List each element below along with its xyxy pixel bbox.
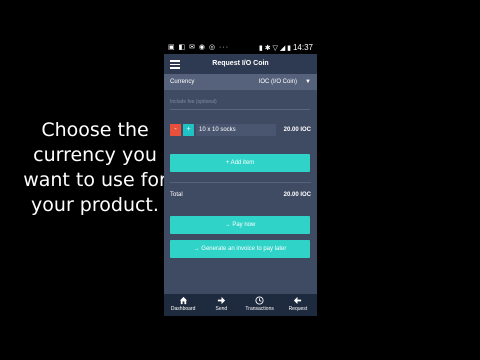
arrow-left-icon [294, 296, 302, 305]
nav-item-request[interactable]: Request [279, 294, 317, 316]
nav-item-transactions[interactable]: Transactions [241, 294, 279, 316]
page-title: Request I/O Coin [212, 60, 269, 67]
currency-label: Currency [170, 79, 195, 85]
total-row: Total 20.00 IOC [170, 189, 311, 201]
nav-label: Request [288, 306, 308, 312]
bottom-navigation: Dashboard Send Transactions Request [164, 294, 317, 316]
nav-item-send[interactable]: Send [202, 294, 240, 316]
chevron-down-icon: ▼ [305, 79, 311, 85]
divider [170, 182, 311, 183]
fee-input[interactable]: Include fee (optional) [170, 96, 310, 110]
clock-icon [255, 296, 264, 305]
status-signal-icons: ▮ ✱ ▽ ◢ ▮ [258, 45, 292, 52]
status-bar: ▣ ◧ ✉ ◉ ◎ ··· ▮ ✱ ▽ ◢ ▮ 14:37 [164, 42, 317, 54]
status-notification-icons: ▣ ◧ ✉ ◉ ◎ ··· [168, 44, 230, 51]
decrease-quantity-button[interactable]: - [170, 124, 181, 136]
nav-label: Send [215, 306, 228, 312]
phone-screen: ▣ ◧ ✉ ◉ ◎ ··· ▮ ✱ ▽ ◢ ▮ 14:37 Request I/… [164, 42, 317, 316]
generate-invoice-button[interactable]: → Generate an invoice to pay later [170, 240, 310, 258]
add-item-button[interactable]: + Add item [170, 154, 310, 172]
pay-now-button[interactable]: → Pay now [170, 216, 310, 234]
app-bar: Request I/O Coin [164, 54, 317, 74]
arrow-right-icon [217, 296, 225, 305]
home-icon [179, 296, 187, 305]
tutorial-caption: Choose the currency you want to use for … [23, 119, 167, 216]
nav-item-dashboard[interactable]: Dashboard [164, 294, 202, 316]
nav-label: Transactions [245, 306, 274, 312]
total-label: Total [170, 192, 183, 198]
increase-quantity-button[interactable]: + [183, 124, 194, 136]
item-price: 20.00 IOC [283, 127, 311, 133]
currency-value: IOC (I/O Coin) [258, 79, 297, 85]
total-value: 20.00 IOC [283, 192, 311, 198]
currency-select[interactable]: Currency IOC (I/O Coin) ▼ [164, 74, 317, 90]
item-name-field[interactable]: 10 x 10 socks [196, 124, 276, 136]
nav-label: Dashboard [170, 306, 196, 312]
list-item: - + 10 x 10 socks 20.00 IOC [170, 124, 311, 136]
status-time: 14:37 [292, 43, 313, 52]
